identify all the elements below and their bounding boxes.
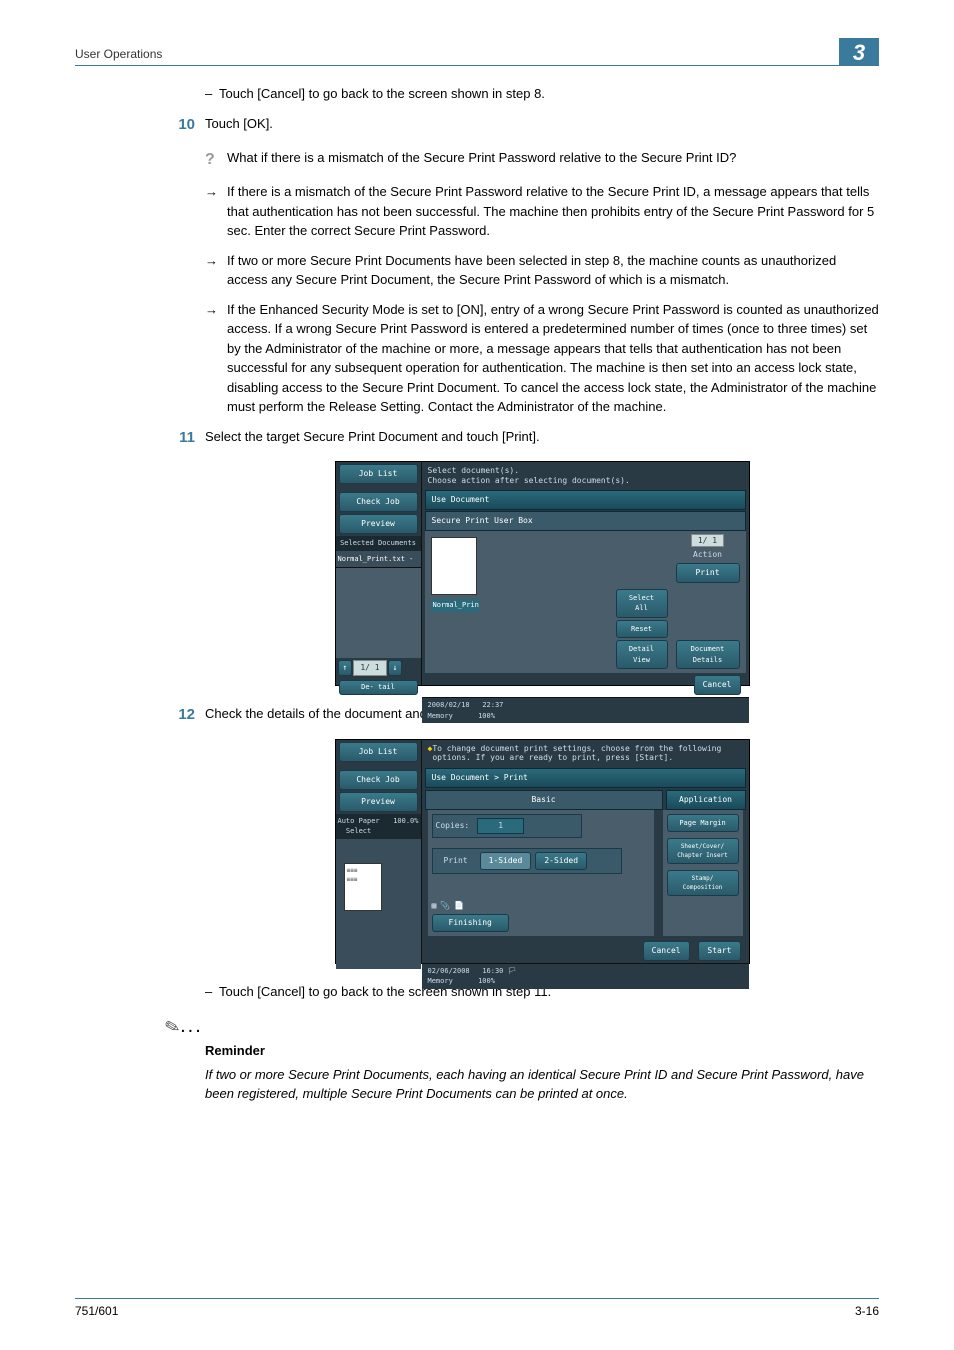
scr2-instruction: ◆ To change document print settings, cho… (422, 740, 749, 767)
document-thumbnail[interactable]: Normal_Prin (431, 537, 479, 612)
step-number: 10 (165, 114, 205, 137)
bullet-3: → If the Enhanced Security Mode is set t… (205, 300, 879, 417)
action-label: Action (676, 549, 740, 561)
dash-icon: – (205, 84, 219, 104)
print-button[interactable]: Print (676, 563, 740, 583)
flag-icon: 🏳 (508, 967, 517, 975)
reminder-section: ✎... Reminder If two or more Secure Prin… (185, 1011, 879, 1104)
page-header: User Operations 3 (75, 38, 879, 66)
bullet-2: → If two or more Secure Print Documents … (205, 251, 879, 290)
sheet-cover-button[interactable]: Sheet/Cover/ Chapter Insert (667, 838, 739, 864)
scr1-body: Normal_Prin 1/ 1 Action Print Select All… (425, 531, 746, 673)
step-text: Touch [OK]. (205, 114, 273, 137)
scr2-sidebar: Job List Check Job Preview Auto Paper Se… (336, 740, 422, 963)
use-document-bar: Use Document (425, 490, 746, 510)
bullet-text: If two or more Secure Print Documents ha… (227, 251, 879, 290)
scr2-footer: 02/06/2008 16:30 🏳Memory 100% (422, 963, 749, 989)
job-list-tab[interactable]: Job List (339, 464, 418, 484)
select-all-button[interactable]: Select All (616, 589, 668, 618)
scr1-sidebar: Job List Check Job Preview Selected Docu… (336, 462, 422, 685)
cancel-button[interactable]: Cancel (643, 941, 690, 961)
job-list-tab[interactable]: Job List (339, 742, 418, 762)
bullet-text: If there is a mismatch of the Secure Pri… (227, 182, 879, 241)
pager-display: 1/ 1 (353, 660, 386, 676)
fold-icon: 📄 (454, 900, 464, 912)
preview-thumbnail: ≡≡≡≡≡≡ (344, 863, 382, 911)
page-margin-button[interactable]: Page Margin (667, 814, 739, 833)
detail-button[interactable]: De- tail (339, 680, 418, 695)
footer-left: 751/601 (75, 1302, 118, 1320)
preview-tab[interactable]: Preview (339, 514, 418, 534)
pager-down[interactable]: ↓ (388, 660, 403, 676)
arrow-icon: → (205, 182, 227, 241)
copies-label: Copies: (436, 820, 470, 832)
staple-icon: 📎 (440, 900, 450, 912)
screenshot-1: Job List Check Job Preview Selected Docu… (335, 461, 750, 686)
start-button[interactable]: Start (698, 941, 740, 961)
combine-icon: ▦ (432, 900, 437, 912)
question-icon: ? (205, 148, 227, 172)
two-sided-button[interactable]: 2-Sided (535, 852, 587, 870)
basic-tab[interactable]: Basic (425, 790, 663, 810)
reminder-title: Reminder (205, 1041, 879, 1061)
main-pager: 1/ 1 (691, 534, 724, 547)
chapter-number: 3 (839, 38, 879, 66)
check-job-tab[interactable]: Check Job (339, 770, 418, 790)
preview-tab[interactable]: Preview (339, 792, 418, 812)
secure-print-bar: Secure Print User Box (425, 511, 746, 531)
scr2-main: ◆ To change document print settings, cho… (422, 740, 749, 963)
bullet-1: → If there is a mismatch of the Secure P… (205, 182, 879, 241)
cancel-button[interactable]: Cancel (694, 675, 741, 695)
thumb-label: Normal_Prin (431, 599, 479, 612)
scr1-footer: 2008/02/18 22:37Memory 100% (422, 697, 749, 723)
document-list-item[interactable]: Normal_Print.txt - (336, 551, 421, 569)
check-job-tab[interactable]: Check Job (339, 492, 418, 512)
auto-paper-label: Auto Paper Select 100.0% (336, 814, 421, 839)
one-sided-button[interactable]: 1-Sided (480, 852, 532, 870)
scr1-instruction: Select document(s). Choose action after … (422, 462, 749, 489)
step-text: Select the target Secure Print Document … (205, 427, 540, 450)
reset-button[interactable]: Reset (616, 620, 668, 639)
step-10: 10 Touch [OK]. (165, 114, 879, 137)
page-footer: 751/601 3-16 (75, 1298, 879, 1320)
dash-icon: – (205, 982, 219, 1002)
step9-note-text: Touch [Cancel] to go back to the screen … (219, 84, 545, 104)
basic-panel: Copies: 1 Print 1-Sided 2-Sided ▦ 📎 📄 (428, 810, 654, 936)
dots-icon: ... (180, 1015, 203, 1037)
header-title: User Operations (75, 45, 162, 63)
print-label: Print (436, 854, 476, 868)
question-text: What if there is a mismatch of the Secur… (227, 148, 736, 172)
pager-up[interactable]: ↑ (338, 660, 353, 676)
reminder-body: If two or more Secure Print Documents, e… (205, 1065, 879, 1104)
arrow-icon: → (205, 251, 227, 290)
bullet-text: If the Enhanced Security Mode is set to … (227, 300, 879, 417)
screenshot-2: Job List Check Job Preview Auto Paper Se… (335, 739, 750, 964)
application-panel: Page Margin Sheet/Cover/ Chapter Insert … (663, 810, 743, 936)
breadcrumb-bar: Use Document > Print (425, 768, 746, 788)
selected-documents-label: Selected Documents (336, 536, 421, 551)
arrow-icon: → (205, 300, 227, 417)
step-11: 11 Select the target Secure Print Docume… (165, 427, 879, 450)
finishing-button[interactable]: Finishing (432, 914, 509, 932)
step-number: 11 (165, 427, 205, 450)
question-item: ? What if there is a mismatch of the Sec… (205, 148, 879, 172)
application-tab[interactable]: Application (666, 790, 746, 810)
step-number: 12 (165, 704, 205, 727)
detail-view-button[interactable]: Detail View (616, 640, 668, 669)
page-content: – Touch [Cancel] to go back to the scree… (75, 84, 879, 1104)
footer-right: 3-16 (855, 1302, 879, 1320)
document-details-button[interactable]: Document Details (676, 640, 740, 669)
copies-value[interactable]: 1 (477, 818, 524, 834)
stamp-button[interactable]: Stamp/ Composition (667, 870, 739, 896)
step9-note: – Touch [Cancel] to go back to the scree… (205, 84, 879, 104)
scr1-main: Select document(s). Choose action after … (422, 462, 749, 685)
